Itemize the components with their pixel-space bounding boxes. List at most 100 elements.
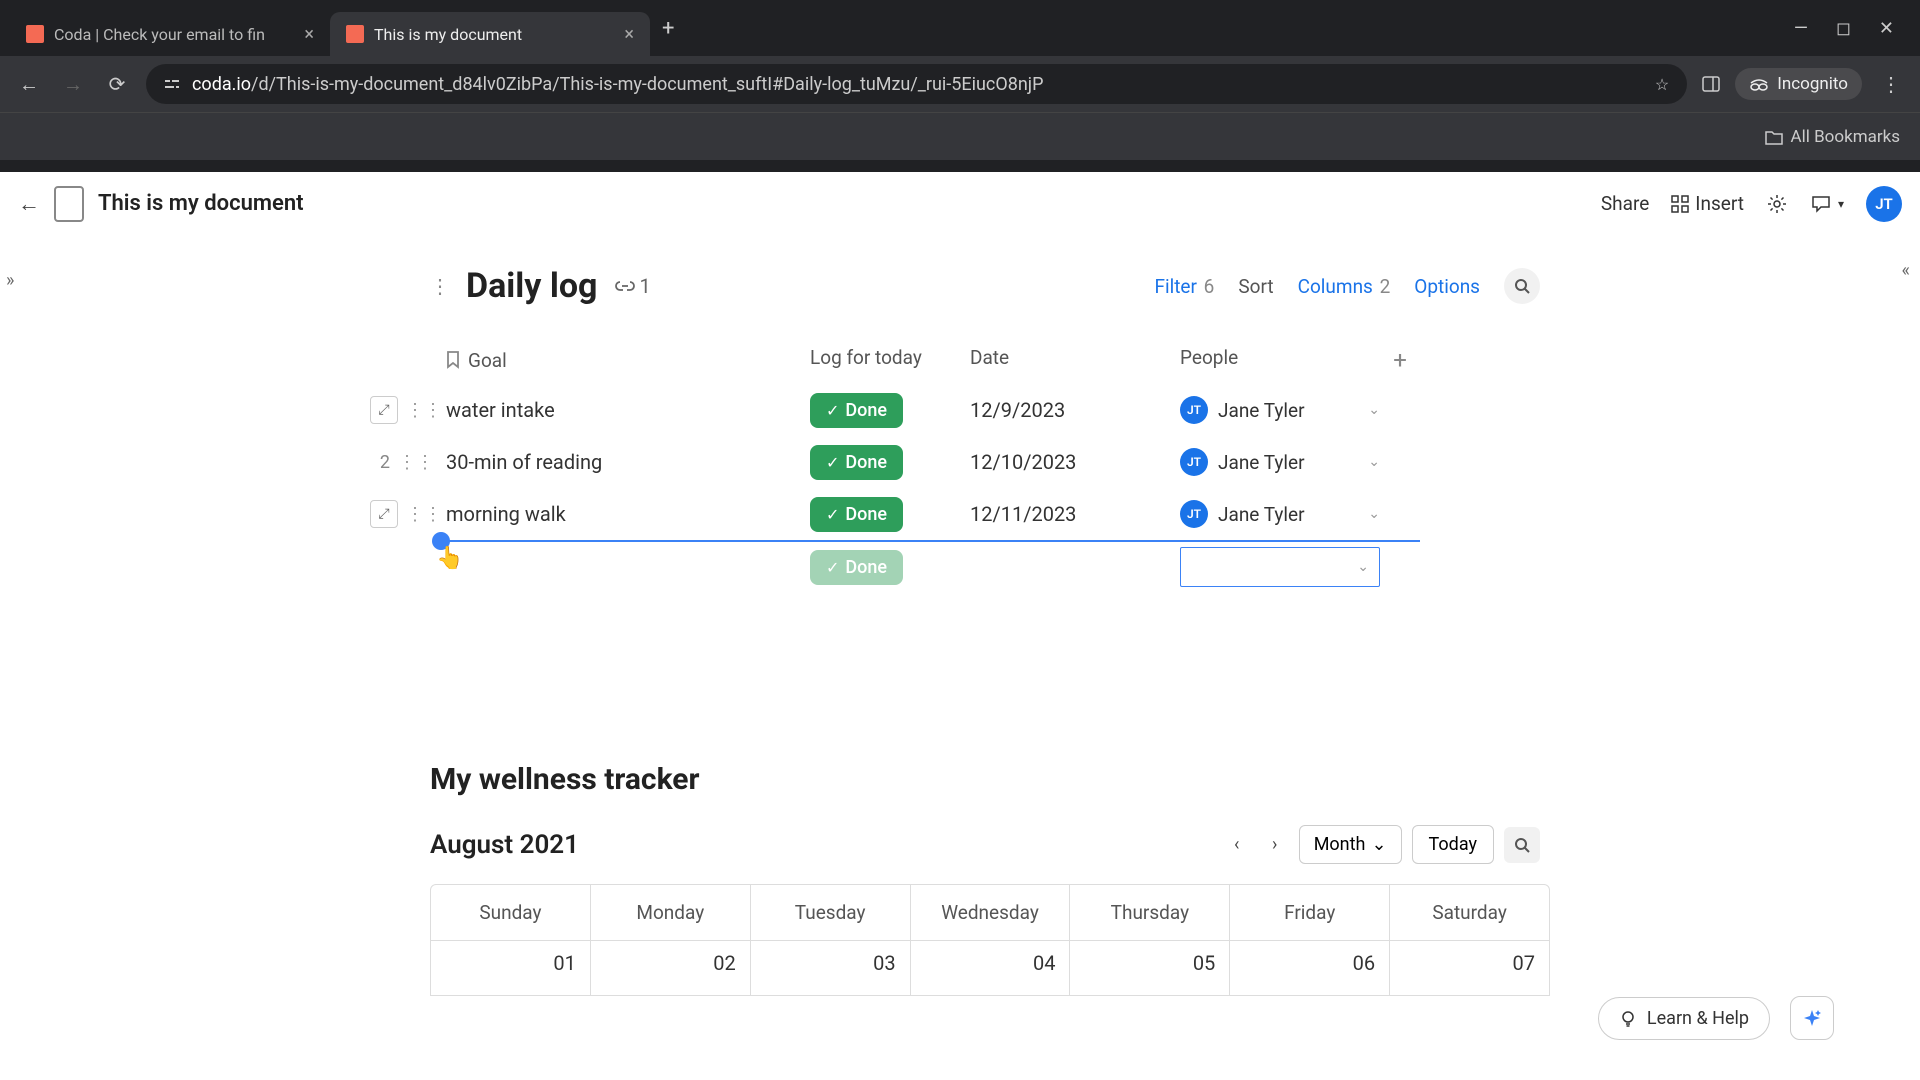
bookmark-star-icon[interactable]: ☆ <box>1655 75 1669 94</box>
done-pill-new[interactable]: ✓Done <box>810 550 903 585</box>
tab-title: This is my document <box>374 25 614 44</box>
calendar-next-button[interactable]: › <box>1261 831 1289 859</box>
chevron-down-icon: ⌄ <box>1368 454 1380 470</box>
learn-help-button[interactable]: Learn & Help <box>1598 997 1770 1040</box>
sort-button[interactable]: Sort <box>1238 275 1273 298</box>
table-search-button[interactable] <box>1504 268 1540 304</box>
options-button[interactable]: Options <box>1414 275 1480 298</box>
panel-icon[interactable] <box>1701 74 1721 94</box>
calendar-day-header: Monday <box>591 885 751 940</box>
drag-handle-icon[interactable]: ⋮⋮ <box>406 400 442 421</box>
grid-icon <box>1671 195 1689 213</box>
expand-row-button[interactable]: ⤢ <box>370 500 398 528</box>
browser-menu-icon[interactable]: ⋮ <box>1876 69 1906 99</box>
calendar-search-button[interactable] <box>1504 827 1540 863</box>
site-settings-icon[interactable] <box>164 76 180 92</box>
add-column-button[interactable]: + <box>1380 346 1420 374</box>
back-button[interactable]: ← <box>14 69 44 99</box>
person-avatar: JT <box>1180 448 1208 476</box>
drag-handle-icon[interactable]: ⋮ <box>430 274 448 298</box>
browser-tab-1[interactable]: This is my document × <box>330 12 650 56</box>
person-name: Jane Tyler <box>1218 503 1305 526</box>
folder-icon <box>1765 129 1783 145</box>
url-path: /d/This-is-my-document_d84lv0ZibPa/This-… <box>251 74 1043 95</box>
comment-icon <box>1810 193 1832 215</box>
table-row[interactable]: ⤢ ⋮⋮ water intake ✓Done 12/9/2023 JT Jan… <box>440 384 1420 436</box>
column-header-date[interactable]: Date <box>970 346 1180 374</box>
column-header-goal[interactable]: Goal <box>440 346 810 374</box>
cell-date[interactable]: 12/9/2023 <box>970 398 1180 422</box>
filter-button[interactable]: Filter 6 <box>1154 275 1214 298</box>
calendar-date-cell[interactable]: 04 <box>911 941 1071 995</box>
new-row[interactable]: 👆 ✓Done ⌄ <box>440 540 1420 592</box>
document-icon <box>54 186 84 222</box>
bookmark-icon <box>446 351 460 369</box>
incognito-badge[interactable]: Incognito <box>1735 68 1862 100</box>
drag-handle-icon[interactable]: ⋮⋮ <box>406 504 442 525</box>
browser-tab-0[interactable]: Coda | Check your email to fin × <box>10 12 330 56</box>
share-button[interactable]: Share <box>1601 192 1649 215</box>
insert-button[interactable]: Insert <box>1671 192 1744 215</box>
close-window-icon[interactable]: ✕ <box>1879 18 1894 39</box>
done-pill[interactable]: ✓Done <box>810 393 903 428</box>
cell-date[interactable]: 12/10/2023 <box>970 450 1180 474</box>
calendar-date-cell[interactable]: 01 <box>431 941 591 995</box>
close-icon[interactable]: × <box>304 24 314 45</box>
cell-goal[interactable]: water intake <box>440 398 810 422</box>
new-tab-button[interactable]: + <box>662 16 674 41</box>
calendar-day-header: Tuesday <box>751 885 911 940</box>
calendar-day-header: Friday <box>1230 885 1390 940</box>
calendar-date-cell[interactable]: 02 <box>591 941 751 995</box>
cell-goal[interactable]: morning walk <box>440 502 810 526</box>
bookmarks-label: All Bookmarks <box>1791 127 1900 147</box>
column-header-log[interactable]: Log for today <box>810 346 970 374</box>
forward-button[interactable]: → <box>58 69 88 99</box>
calendar-date-cell[interactable]: 05 <box>1070 941 1230 995</box>
app-back-button[interactable]: ← <box>18 191 40 217</box>
document-title[interactable]: This is my document <box>98 191 304 216</box>
calendar-view-select[interactable]: Month ⌄ <box>1299 825 1402 864</box>
minimize-icon[interactable]: — <box>1794 18 1808 39</box>
table-row[interactable]: ⤢ ⋮⋮ morning walk ✓Done 12/11/2023 JT Ja… <box>440 488 1420 540</box>
cursor-icon: 👆 <box>436 546 463 571</box>
settings-button[interactable] <box>1766 193 1788 215</box>
user-avatar[interactable]: JT <box>1866 186 1902 222</box>
reload-button[interactable]: ⟳ <box>102 69 132 99</box>
done-pill[interactable]: ✓Done <box>810 497 903 532</box>
ai-assistant-button[interactable] <box>1790 996 1834 1040</box>
wellness-title[interactable]: My wellness tracker <box>430 762 1540 797</box>
table-row[interactable]: 2 ⋮⋮ 30-min of reading ✓Done 12/10/2023 … <box>440 436 1420 488</box>
close-icon[interactable]: × <box>624 24 634 45</box>
cell-people[interactable]: JT Jane Tyler ⌄ <box>1180 448 1380 476</box>
maximize-icon[interactable]: ◻ <box>1836 18 1851 39</box>
all-bookmarks-button[interactable]: All Bookmarks <box>1765 127 1900 147</box>
cell-goal[interactable]: 30-min of reading <box>440 450 810 474</box>
calendar-date-cell[interactable]: 06 <box>1230 941 1390 995</box>
chevron-down-icon: ⌄ <box>1368 506 1380 522</box>
incognito-label: Incognito <box>1777 74 1848 94</box>
chevron-down-icon: ⌄ <box>1368 402 1380 418</box>
calendar-day-header: Thursday <box>1070 885 1230 940</box>
done-pill[interactable]: ✓Done <box>810 445 903 480</box>
cell-date[interactable]: 12/11/2023 <box>970 502 1180 526</box>
row-number: 2 <box>370 452 390 473</box>
column-header-people[interactable]: People <box>1180 346 1380 374</box>
calendar-today-button[interactable]: Today <box>1412 825 1494 864</box>
columns-button[interactable]: Columns 2 <box>1298 275 1391 298</box>
drag-handle-icon[interactable]: ⋮⋮ <box>398 452 434 473</box>
people-cell-new[interactable]: ⌄ <box>1180 547 1380 587</box>
calendar-date-cell[interactable]: 07 <box>1390 941 1549 995</box>
cell-people[interactable]: JT Jane Tyler ⌄ <box>1180 500 1380 528</box>
cell-people[interactable]: JT Jane Tyler ⌄ <box>1180 396 1380 424</box>
link-badge[interactable]: 1 <box>615 274 650 298</box>
calendar-day-header: Sunday <box>431 885 591 940</box>
incognito-icon <box>1749 77 1769 91</box>
calendar-date-cell[interactable]: 03 <box>751 941 911 995</box>
address-bar[interactable]: coda.io/d/This-is-my-document_d84lv0ZibP… <box>146 64 1687 104</box>
comments-button[interactable]: ▾ <box>1810 193 1844 215</box>
table-title[interactable]: Daily log <box>466 266 597 306</box>
sparkle-icon <box>1801 1007 1823 1029</box>
person-avatar: JT <box>1180 500 1208 528</box>
calendar-prev-button[interactable]: ‹ <box>1223 831 1251 859</box>
expand-row-button[interactable]: ⤢ <box>370 396 398 424</box>
